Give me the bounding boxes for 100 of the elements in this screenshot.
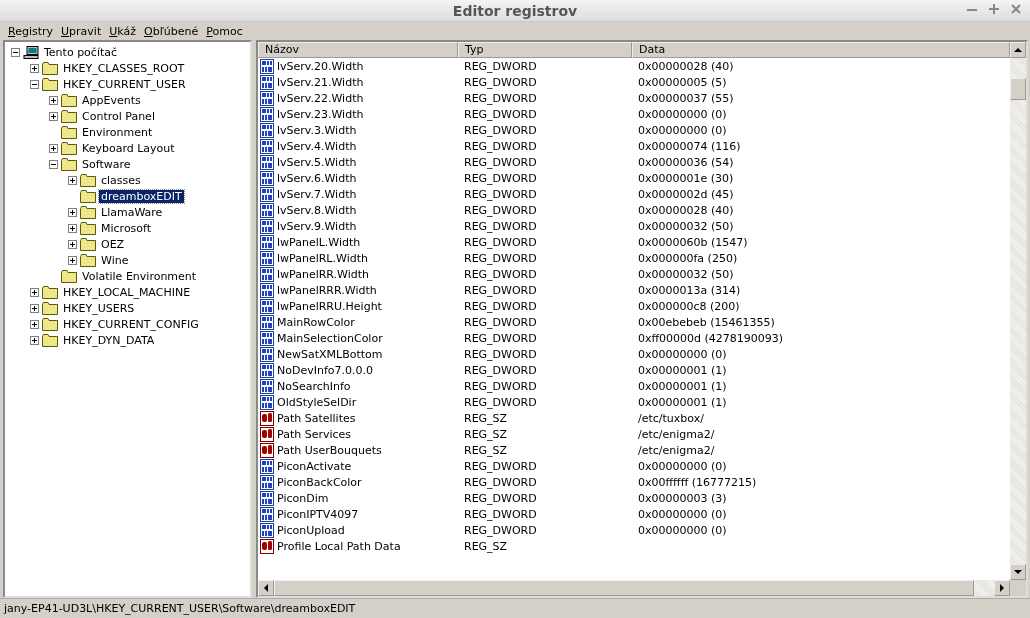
- value-name[interactable]: lwPanelRR.Width: [277, 267, 370, 281]
- expand-icon[interactable]: [68, 207, 77, 217]
- menu-item[interactable]: Upravit: [57, 24, 106, 38]
- column-header[interactable]: Názov: [258, 42, 458, 58]
- value-name[interactable]: lvServ.22.Width: [277, 91, 364, 105]
- value-data: 0x00000074 (116): [638, 139, 741, 153]
- tree-item[interactable]: Keyboard Layout: [80, 141, 177, 155]
- value-name[interactable]: OldStyleSelDir: [277, 395, 357, 409]
- value-name[interactable]: PiconIPTV4097: [277, 507, 359, 521]
- value-name[interactable]: PiconDim: [277, 491, 329, 505]
- expand-icon[interactable]: [68, 175, 77, 185]
- tree-item[interactable]: dreamboxEDIT: [99, 189, 184, 203]
- menu-item[interactable]: Ukáž: [105, 24, 140, 38]
- tree-item[interactable]: Environment: [80, 125, 155, 139]
- down-arrow-icon: [1014, 568, 1022, 576]
- folder-icon: [42, 301, 59, 315]
- expand-icon[interactable]: [68, 255, 77, 265]
- tree-item[interactable]: HKEY_DYN_DATA: [61, 333, 157, 347]
- scroll-down-button[interactable]: [1010, 564, 1026, 580]
- menu-item[interactable]: Obľúbené: [140, 24, 203, 38]
- value-name[interactable]: Profile Local Path Data: [277, 539, 401, 553]
- expand-icon[interactable]: [68, 223, 77, 233]
- binary-value-icon: [260, 506, 275, 522]
- value-name[interactable]: lvServ.21.Width: [277, 75, 364, 89]
- column-header[interactable]: Data: [632, 42, 1010, 58]
- value-name[interactable]: lvServ.9.Width: [277, 219, 357, 233]
- value-name[interactable]: lwPanelRRR.Width: [277, 283, 377, 297]
- folder-icon: [61, 157, 78, 171]
- value-name[interactable]: Path Services: [277, 427, 352, 441]
- value-name[interactable]: lwPanelL.Width: [277, 235, 361, 249]
- tree-item[interactable]: Microsoft: [99, 221, 154, 235]
- value-name[interactable]: lwPanelRRU.Height: [277, 299, 382, 313]
- tree-item[interactable]: Tento počítač: [42, 45, 120, 59]
- scroll-left-button[interactable]: [258, 580, 274, 596]
- value-data: 0x00000036 (54): [638, 155, 734, 169]
- value-name[interactable]: lvServ.4.Width: [277, 139, 357, 153]
- maximize-icon[interactable]: [988, 3, 1000, 15]
- expand-icon[interactable]: [49, 143, 58, 153]
- value-data: 0x00000000 (0): [638, 123, 727, 137]
- expand-icon[interactable]: [30, 335, 39, 345]
- value-name[interactable]: lvServ.8.Width: [277, 203, 357, 217]
- scroll-thumb[interactable]: [1010, 78, 1026, 100]
- tree-item[interactable]: classes: [99, 173, 143, 187]
- value-name[interactable]: lvServ.23.Width: [277, 107, 364, 121]
- vertical-scrollbar[interactable]: [1010, 42, 1026, 580]
- value-data: 0x00000001 (1): [638, 379, 727, 393]
- close-icon[interactable]: [1010, 3, 1022, 15]
- value-type: REG_DWORD: [464, 155, 537, 169]
- value-name[interactable]: MainSelectionColor: [277, 331, 383, 345]
- tree-item[interactable]: HKEY_USERS: [61, 301, 137, 315]
- value-name[interactable]: NoSearchInfo: [277, 379, 351, 393]
- tree-item[interactable]: HKEY_LOCAL_MACHINE: [61, 285, 193, 299]
- tree-item[interactable]: LlamaWare: [99, 205, 165, 219]
- string-value-icon: [260, 426, 275, 442]
- value-name[interactable]: NoDevInfo7.0.0.0: [277, 363, 373, 377]
- value-name[interactable]: lvServ.6.Width: [277, 171, 357, 185]
- value-name[interactable]: lwPanelRL.Width: [277, 251, 368, 265]
- column-header[interactable]: Typ: [458, 42, 632, 58]
- value-name[interactable]: PiconBackColor: [277, 475, 362, 489]
- scroll-right-button[interactable]: [994, 580, 1010, 596]
- tree-item[interactable]: HKEY_CLASSES_ROOT: [61, 61, 187, 75]
- collapse-icon[interactable]: [30, 79, 39, 89]
- expand-icon[interactable]: [49, 111, 58, 121]
- scroll-up-button[interactable]: [1010, 42, 1026, 58]
- value-name[interactable]: lvServ.20.Width: [277, 59, 364, 73]
- expand-icon[interactable]: [30, 287, 39, 297]
- value-name[interactable]: Path Satellites: [277, 411, 356, 425]
- collapse-icon[interactable]: [11, 47, 20, 57]
- computer-icon: [23, 45, 40, 59]
- status-path: jany-EP41-UD3L\HKEY_CURRENT_USER\Software\dreamboxEDIT: [4, 601, 356, 615]
- tree-item[interactable]: HKEY_CURRENT_CONFIG: [61, 317, 201, 331]
- tree-item[interactable]: Control Panel: [80, 109, 157, 123]
- expand-icon[interactable]: [49, 95, 58, 105]
- tree-item[interactable]: Volatile Environment: [80, 269, 199, 283]
- value-data: 0x00000032 (50): [638, 219, 734, 233]
- value-data: 0x00000000 (0): [638, 507, 727, 521]
- menu-item[interactable]: Registry: [4, 24, 58, 38]
- tree-item[interactable]: OEZ: [99, 237, 127, 251]
- value-name[interactable]: NewSatXMLBottom: [277, 347, 383, 361]
- collapse-icon[interactable]: [49, 159, 58, 169]
- expand-icon[interactable]: [30, 303, 39, 313]
- value-name[interactable]: PiconActivate: [277, 459, 352, 473]
- tree-item[interactable]: Wine: [99, 253, 131, 267]
- value-type: REG_SZ: [464, 443, 508, 457]
- value-name[interactable]: lvServ.7.Width: [277, 187, 357, 201]
- value-name[interactable]: lvServ.5.Width: [277, 155, 357, 169]
- tree-item[interactable]: Software: [80, 157, 133, 171]
- value-name[interactable]: Path UserBouquets: [277, 443, 382, 457]
- tree-item[interactable]: HKEY_CURRENT_USER: [61, 77, 188, 91]
- value-name[interactable]: MainRowColor: [277, 315, 355, 329]
- menu-item[interactable]: Pomoc: [202, 24, 247, 38]
- folder-icon: [61, 141, 78, 155]
- value-name[interactable]: lvServ.3.Width: [277, 123, 357, 137]
- tree-item[interactable]: AppEvents: [80, 93, 143, 107]
- expand-icon[interactable]: [68, 239, 77, 249]
- value-name[interactable]: PiconUpload: [277, 523, 345, 537]
- expand-icon[interactable]: [30, 319, 39, 329]
- expand-icon[interactable]: [30, 63, 39, 73]
- folder-icon: [80, 173, 97, 187]
- value-type: REG_DWORD: [464, 123, 537, 137]
